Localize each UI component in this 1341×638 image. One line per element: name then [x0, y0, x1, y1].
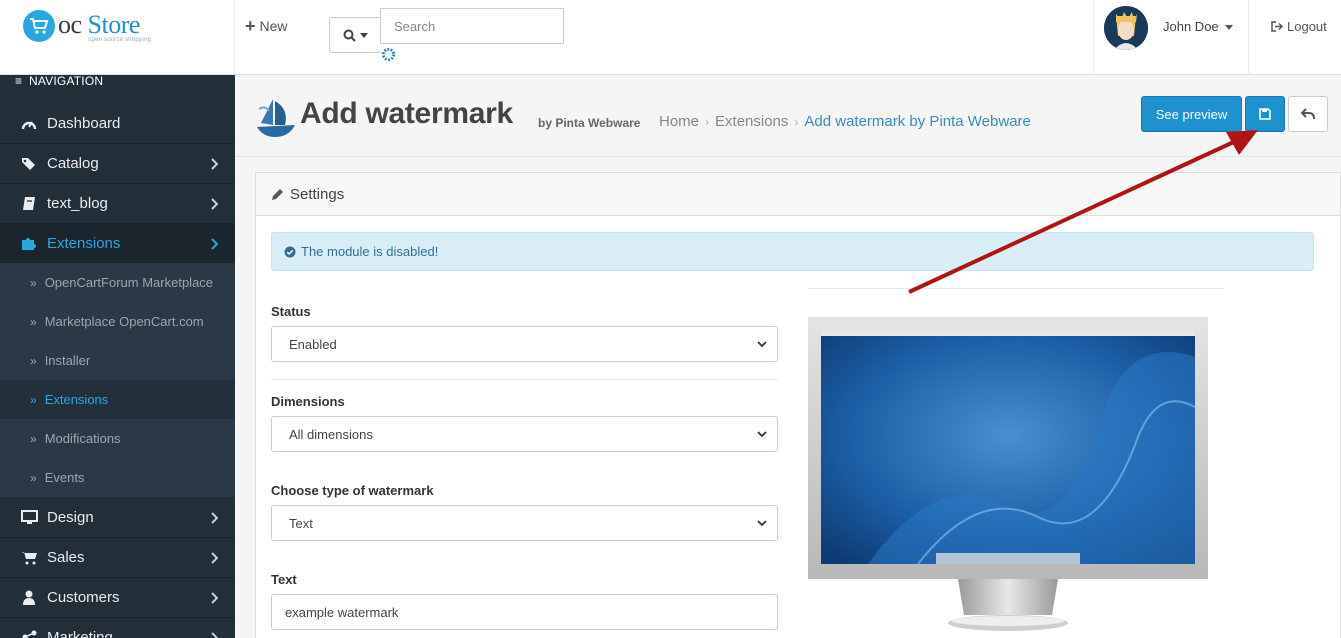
- sidebar-subitem-modifications[interactable]: » Modifications: [0, 419, 235, 458]
- sidebar-item-customers[interactable]: Customers: [0, 578, 235, 618]
- search-type-button[interactable]: [329, 17, 381, 53]
- divider: [271, 379, 778, 380]
- preview-image: [808, 317, 1208, 637]
- cart-icon: [18, 551, 40, 565]
- book-icon: [18, 196, 40, 211]
- sidebar-item-marketing[interactable]: Marketing: [0, 618, 235, 638]
- page-header: Add watermark by Pinta Webware Home › Ex…: [235, 75, 1341, 157]
- tags-icon: [18, 157, 40, 171]
- logout-button[interactable]: Logout: [1248, 0, 1341, 75]
- sidebar-subitem-installer[interactable]: » Installer: [0, 341, 235, 380]
- breadcrumb-extensions[interactable]: Extensions: [715, 113, 788, 130]
- search-icon: [343, 29, 356, 42]
- divider: [808, 288, 1224, 289]
- sidebar-subitem-extensions[interactable]: » Extensions: [0, 380, 235, 419]
- breadcrumb-current[interactable]: Add watermark by Pinta Webware: [804, 113, 1031, 130]
- dimensions-select[interactable]: All dimensions: [271, 416, 778, 452]
- double-chevron-icon: »: [30, 314, 37, 329]
- double-chevron-icon: »: [30, 470, 37, 485]
- search-input[interactable]: [380, 8, 564, 44]
- caret-down-icon: [1224, 25, 1233, 31]
- breadcrumb-separator: ›: [705, 115, 710, 129]
- logo-tagline: open source shopping: [88, 37, 152, 43]
- double-chevron-icon: »: [30, 392, 37, 407]
- sidebar-item-sales[interactable]: Sales: [0, 538, 235, 578]
- sidebar-item-extensions[interactable]: Extensions: [0, 224, 235, 264]
- sidebar-item-dashboard[interactable]: Dashboard: [0, 104, 235, 144]
- chevron-down-icon: [757, 520, 767, 527]
- avatar: [1104, 6, 1148, 50]
- status-select[interactable]: Enabled: [271, 326, 778, 362]
- breadcrumb: Home › Extensions › Add watermark by Pin…: [659, 113, 1031, 130]
- save-button[interactable]: [1245, 96, 1285, 132]
- chevron-down-icon: [757, 341, 767, 348]
- reply-icon: [1301, 108, 1315, 120]
- breadcrumb-home[interactable]: Home: [659, 113, 699, 130]
- share-icon: [18, 630, 40, 638]
- chevron-right-icon: [210, 591, 219, 608]
- loading-spinner-icon: [381, 47, 396, 62]
- nav-title[interactable]: ≡ NAVIGATION: [15, 75, 103, 88]
- chevron-right-icon: [210, 157, 219, 174]
- panel-heading: Settings: [256, 173, 1340, 216]
- sidebar-subitem-events[interactable]: » Events: [0, 458, 235, 497]
- top-header: oc Store open source shopping + New John…: [0, 0, 1341, 75]
- caret-down-icon: [360, 32, 368, 38]
- chevron-right-icon: [210, 631, 219, 638]
- sidebar-subitem-opencartforum[interactable]: » OpenCartForum Marketplace: [0, 263, 235, 302]
- puzzle-icon: [18, 236, 40, 251]
- user-icon: [18, 590, 40, 605]
- sign-out-icon: [1271, 21, 1283, 32]
- watermark-type-label: Choose type of watermark: [271, 483, 434, 498]
- sidebar-item-text-blog[interactable]: text_blog: [0, 184, 235, 224]
- page-title: Add watermark: [300, 97, 513, 130]
- dashboard-icon: [18, 117, 40, 131]
- sidebar-subitem-marketplace[interactable]: » Marketplace OpenCart.com: [0, 302, 235, 341]
- user-name: John Doe: [1163, 19, 1233, 34]
- page-subtitle: by Pinta Webware: [538, 116, 641, 130]
- double-chevron-icon: »: [30, 275, 37, 290]
- floppy-disk-icon: [1259, 108, 1271, 120]
- watermark-type-select[interactable]: Text: [271, 505, 778, 541]
- chevron-right-icon: [210, 511, 219, 528]
- watermark-text-input[interactable]: [271, 594, 778, 630]
- back-button[interactable]: [1288, 96, 1328, 132]
- cart-logo-icon: [23, 10, 55, 42]
- text-label: Text: [271, 572, 297, 587]
- user-menu[interactable]: John Doe: [1093, 0, 1248, 75]
- plus-icon: +: [245, 16, 256, 36]
- check-circle-icon: [284, 246, 296, 257]
- dimensions-label: Dimensions: [271, 394, 345, 409]
- chevron-right-icon: [210, 197, 219, 214]
- sidebar-item-catalog[interactable]: Catalog: [0, 144, 235, 184]
- sidebar-navigation: ≡ NAVIGATION Dashboard Catalog text_blog …: [0, 75, 235, 638]
- module-disabled-alert: The module is disabled!: [271, 232, 1314, 271]
- double-chevron-icon: »: [30, 353, 37, 368]
- main-content: Add watermark by Pinta Webware Home › Ex…: [235, 75, 1341, 638]
- new-button[interactable]: + New: [245, 16, 288, 36]
- pencil-icon: [272, 188, 283, 200]
- logo-text: oc Store: [58, 10, 140, 39]
- double-chevron-icon: »: [30, 431, 37, 446]
- see-preview-button[interactable]: See preview: [1141, 96, 1242, 132]
- ship-logo-icon: [257, 99, 295, 137]
- chevron-right-icon: [210, 237, 219, 254]
- chevron-right-icon: [210, 551, 219, 568]
- bars-icon: ≡: [15, 75, 23, 88]
- desktop-icon: [18, 510, 40, 525]
- logo[interactable]: oc Store open source shopping: [0, 0, 235, 75]
- status-label: Status: [271, 304, 311, 319]
- sidebar-item-design[interactable]: Design: [0, 498, 235, 538]
- breadcrumb-separator: ›: [794, 115, 799, 129]
- settings-panel: Settings The module is disabled! Status …: [255, 172, 1341, 638]
- chevron-down-icon: [757, 431, 767, 438]
